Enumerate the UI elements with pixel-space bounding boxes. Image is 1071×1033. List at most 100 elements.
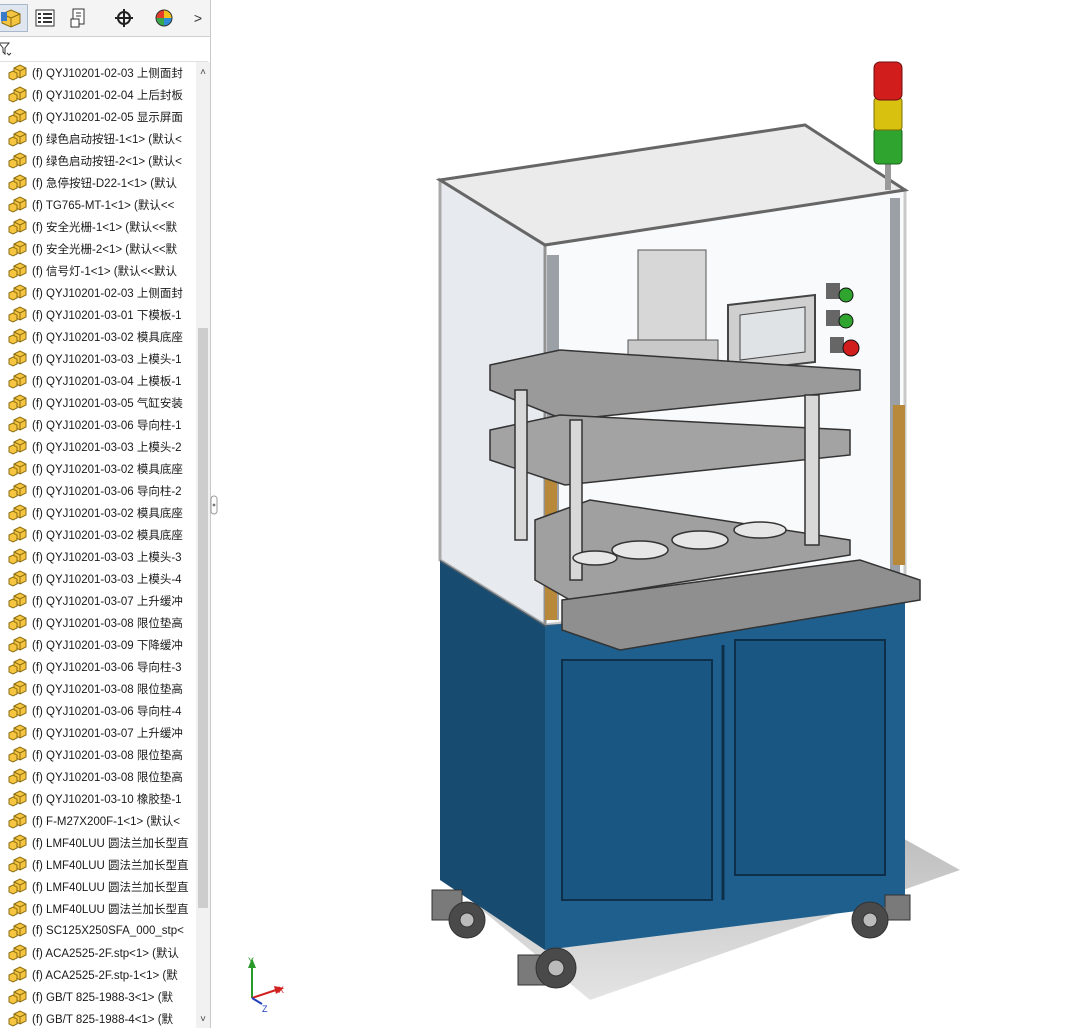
tree-item[interactable]: (f) QYJ10201-03-02 模具底座 — [0, 524, 196, 546]
tree-item[interactable]: (f) 安全光栅-2<1> (默认<<默 — [0, 238, 196, 260]
tree-item[interactable]: (f) QYJ10201-03-07 上升缓冲 — [0, 722, 196, 744]
tree-item[interactable]: (f) 绿色启动按钮-2<1> (默认< — [0, 150, 196, 172]
tree-item[interactable]: (f) LMF40LUU 圆法兰加长型直 — [0, 898, 196, 920]
part-icon — [8, 768, 27, 785]
tree-item[interactable]: (f) QYJ10201-02-03 上侧面封 — [0, 282, 196, 304]
tree-item-label: (f) QYJ10201-02-03 上侧面封 — [32, 68, 183, 80]
part-icon — [8, 526, 27, 543]
tab-configuration-manager[interactable] — [62, 4, 96, 32]
part-icon — [8, 240, 27, 257]
scrollbar-thumb[interactable] — [198, 328, 208, 908]
tree-item[interactable]: (f) QYJ10201-03-06 导向柱-3 — [0, 656, 196, 678]
tree-item-label: (f) QYJ10201-03-08 限位垫高 — [32, 750, 183, 762]
tree-item[interactable]: (f) QYJ10201-03-05 气缸安装 — [0, 392, 196, 414]
tree-item[interactable]: (f) 信号灯-1<1> (默认<<默认 — [0, 260, 196, 282]
part-icon — [8, 746, 27, 763]
feature-manager-icon — [1, 9, 21, 28]
tree-item-label: (f) QYJ10201-03-02 模具底座 — [32, 332, 183, 344]
tree-item[interactable]: (f) QYJ10201-03-02 模具底座 — [0, 458, 196, 480]
tree-item[interactable]: (f) QYJ10201-03-02 模具底座 — [0, 326, 196, 348]
tree-item-label: (f) QYJ10201-02-04 上后封板 — [32, 90, 183, 102]
tab-feature-manager[interactable] — [0, 4, 28, 32]
part-icon — [8, 548, 27, 565]
part-icon — [8, 284, 27, 301]
part-icon — [8, 130, 27, 147]
tree-item[interactable]: (f) LMF40LUU 圆法兰加长型直 — [0, 876, 196, 898]
tree-filter-bar[interactable] — [0, 37, 208, 62]
tree-item[interactable]: (f) QYJ10201-03-02 模具底座 — [0, 502, 196, 524]
tree-item[interactable]: (f) QYJ10201-03-03 上模头-2 — [0, 436, 196, 458]
tree-item[interactable]: (f) QYJ10201-03-03 上模头-1 — [0, 348, 196, 370]
tree-item[interactable]: (f) GB/T 825-1988-4<1> (默 — [0, 1008, 196, 1028]
tree-item[interactable]: (f) QYJ10201-03-08 限位垫高 — [0, 678, 196, 700]
tab-dimxpert[interactable] — [107, 4, 141, 32]
part-icon — [8, 262, 27, 279]
scroll-down-arrow[interactable]: ˅ — [196, 1012, 210, 1026]
tree-item[interactable]: (f) GB/T 825-1988-3<1> (默 — [0, 986, 196, 1008]
display-manager-icon — [155, 9, 173, 27]
tree-item-label: (f) QYJ10201-03-07 上升缓冲 — [32, 596, 183, 608]
tree-item[interactable]: (f) ACA2525-2F.stp-1<1> (默 — [0, 964, 196, 986]
tree-item[interactable]: (f) QYJ10201-02-03 上侧面封 — [0, 62, 196, 84]
tree-item-label: (f) 绿色启动按钮-1<1> (默认< — [32, 134, 182, 146]
part-icon — [8, 834, 27, 851]
part-icon — [8, 812, 27, 829]
part-icon — [8, 328, 27, 345]
tree-item[interactable]: (f) 安全光栅-1<1> (默认<<默 — [0, 216, 196, 238]
tab-property-manager[interactable] — [28, 4, 62, 32]
tree-item[interactable]: (f) SC125X250SFA_000_stp< — [0, 920, 196, 942]
part-icon — [8, 196, 27, 213]
part-icon — [8, 570, 27, 587]
part-icon — [8, 460, 27, 477]
part-icon — [8, 108, 27, 125]
tree-item[interactable]: (f) QYJ10201-03-03 上模头-4 — [0, 568, 196, 590]
tree-item[interactable]: (f) LMF40LUU 圆法兰加长型直 — [0, 832, 196, 854]
tree-item[interactable]: (f) QYJ10201-03-08 限位垫高 — [0, 744, 196, 766]
tree-item[interactable]: (f) LMF40LUU 圆法兰加长型直 — [0, 854, 196, 876]
tree-item[interactable]: (f) TG765-MT-1<1> (默认<< — [0, 194, 196, 216]
tree-item[interactable]: (f) F-M27X200F-1<1> (默认< — [0, 810, 196, 832]
tree-item[interactable]: (f) QYJ10201-03-07 上升缓冲 — [0, 590, 196, 612]
tab-display-manager[interactable] — [147, 4, 181, 32]
part-icon — [8, 438, 27, 455]
tree-item-label: (f) QYJ10201-03-06 导向柱-3 — [32, 662, 182, 674]
tree-item[interactable]: (f) QYJ10201-02-04 上后封板 — [0, 84, 196, 106]
tree-item-label: (f) LMF40LUU 圆法兰加长型直 — [32, 904, 189, 916]
tree-item-label: (f) TG765-MT-1<1> (默认<< — [32, 200, 175, 212]
part-icon — [8, 86, 27, 103]
tree-item[interactable]: (f) QYJ10201-03-08 限位垫高 — [0, 612, 196, 634]
graphics-viewport[interactable]: Y X Z — [218, 0, 1071, 1028]
tree-item[interactable]: (f) QYJ10201-03-06 导向柱-2 — [0, 480, 196, 502]
scroll-up-arrow[interactable]: ˄ — [196, 65, 210, 79]
tree-item-label: (f) QYJ10201-03-06 导向柱-4 — [32, 706, 182, 718]
tree-item[interactable]: (f) QYJ10201-03-01 下模板-1 — [0, 304, 196, 326]
tree-item[interactable]: (f) QYJ10201-03-04 上模板-1 — [0, 370, 196, 392]
part-icon — [8, 174, 27, 191]
tree-item[interactable]: (f) QYJ10201-03-09 下降缓冲 — [0, 634, 196, 656]
tree-item[interactable]: (f) ACA2525-2F.stp<1> (默认 — [0, 942, 196, 964]
part-icon — [8, 680, 27, 697]
tree-item[interactable]: (f) QYJ10201-03-10 橡胶垫-1 — [0, 788, 196, 810]
tree-item[interactable]: (f) QYJ10201-03-03 上模头-3 — [0, 546, 196, 568]
tree-item-label: (f) GB/T 825-1988-4<1> (默 — [32, 1014, 174, 1026]
panel-splitter[interactable] — [210, 490, 218, 520]
tree-item-label: (f) QYJ10201-02-05 显示屏面 — [32, 112, 183, 124]
feature-tree: (f) QYJ10201-02-03 上侧面封 (f) QYJ10201-02-0… — [0, 62, 196, 1028]
tree-item-label: (f) 急停按钮-D22-1<1> (默认 — [32, 178, 178, 190]
tree-item[interactable]: (f) QYJ10201-03-08 限位垫高 — [0, 766, 196, 788]
part-icon — [8, 482, 27, 499]
tree-item-label: (f) 信号灯-1<1> (默认<<默认 — [32, 266, 178, 278]
tree-item[interactable]: (f) QYJ10201-02-05 显示屏面 — [0, 106, 196, 128]
part-icon — [8, 636, 27, 653]
tree-item[interactable]: (f) 急停按钮-D22-1<1> (默认 — [0, 172, 196, 194]
tree-item[interactable]: (f) QYJ10201-03-06 导向柱-1 — [0, 414, 196, 436]
tree-item[interactable]: (f) 绿色启动按钮-1<1> (默认< — [0, 128, 196, 150]
manager-tabs: > — [0, 0, 210, 37]
part-icon — [8, 658, 27, 675]
part-icon — [8, 372, 27, 389]
tree-item-label: (f) QYJ10201-03-04 上模板-1 — [32, 376, 182, 388]
tree-scrollbar[interactable]: ˄ ˅ — [196, 62, 210, 1028]
more-tabs-button[interactable]: > — [186, 4, 210, 32]
tree-item[interactable]: (f) QYJ10201-03-06 导向柱-4 — [0, 700, 196, 722]
assembly-model: Y X Z — [248, 61, 960, 1014]
